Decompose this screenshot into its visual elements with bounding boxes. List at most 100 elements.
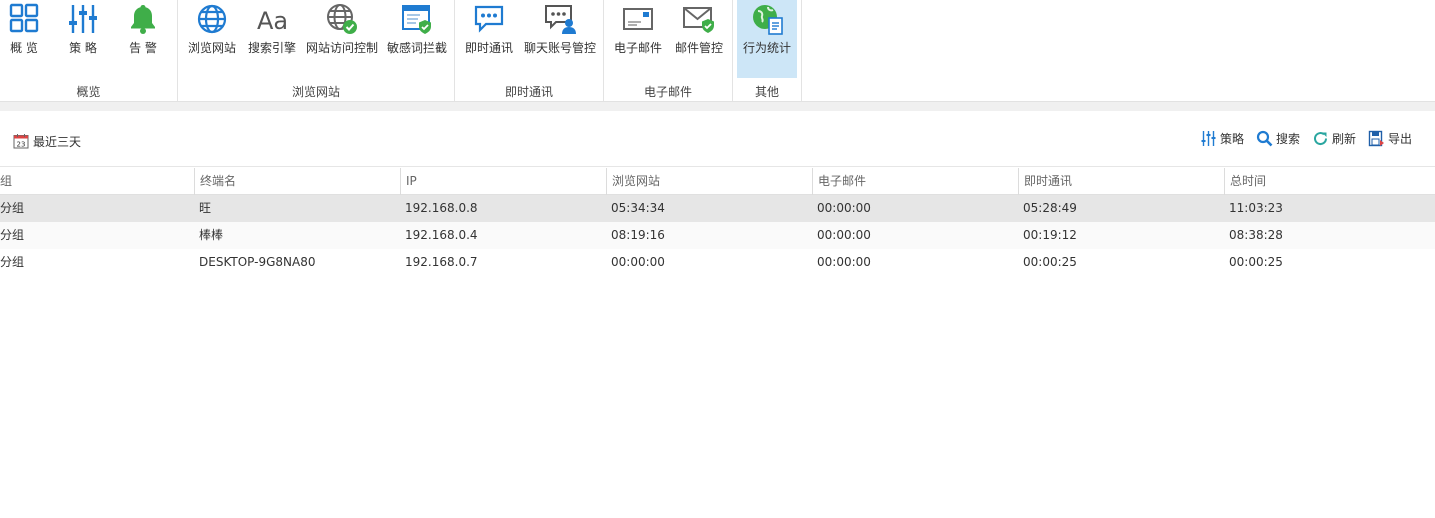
calendar-day: 23 — [17, 141, 26, 149]
policy-sliders-icon — [1200, 130, 1220, 147]
globe-icon — [195, 2, 229, 36]
column-header-group[interactable]: 分组 — [0, 168, 194, 195]
column-header-terminal[interactable]: 终端名 — [194, 168, 400, 195]
export-tool-button[interactable]: 导出 — [1368, 130, 1412, 147]
sensitive-word-block-button-label: 敏感词拦截 — [386, 41, 447, 55]
cell-total: 00:00:25 — [1229, 255, 1283, 269]
table-row[interactable]: 未分组 DESKTOP-9G8NA80 192.168.0.7 00:00:00… — [0, 249, 1435, 276]
column-header-im[interactable]: 即时通讯 — [1018, 168, 1224, 195]
cell-terminal: DESKTOP-9G8NA80 — [199, 255, 316, 269]
toolbar: 23 最近三天 策略 搜索 刷新 导出 — [0, 111, 1435, 167]
sensitive-word-block-button[interactable]: 敏感词拦截 — [384, 0, 450, 78]
cell-im: 00:19:12 — [1023, 228, 1077, 242]
cell-total: 08:38:28 — [1229, 228, 1283, 242]
policy-sliders-icon — [66, 2, 100, 36]
globe-check-icon — [325, 2, 359, 36]
cell-email: 00:00:00 — [817, 201, 871, 215]
ribbon-divider — [0, 101, 1435, 111]
cell-ip: 192.168.0.4 — [405, 228, 478, 242]
cell-ip: 192.168.0.7 — [405, 255, 478, 269]
stats-table: 分组 终端名 IP 浏览网站 电子邮件 即时通讯 总时间 未分组 旺 192.1… — [0, 168, 1435, 276]
policy-tool-button[interactable]: 策略 — [1200, 130, 1244, 147]
ribbon-group-title: 其他 — [754, 85, 779, 99]
search-tool-button[interactable]: 搜索 — [1256, 130, 1300, 147]
table-row[interactable]: 未分组 旺 192.168.0.8 05:34:34 00:00:00 05:2… — [0, 195, 1435, 222]
cell-terminal: 旺 — [199, 201, 212, 215]
email-button[interactable]: 电子邮件 — [610, 0, 666, 78]
ribbon: 概 览 策 略 告 警 概览 浏览网站 Aa 搜索引擎 网站访问控制 敏感词拦截… — [0, 0, 1435, 101]
overview-button-label: 概 览 — [10, 41, 38, 55]
browse-web-button[interactable]: 浏览网站 — [184, 0, 240, 78]
ribbon-group-title: 浏览网站 — [291, 85, 340, 99]
svg-text:Aa: Aa — [257, 7, 288, 35]
date-range-selector[interactable]: 23 最近三天 — [13, 132, 81, 150]
ribbon-group-im: 即时通讯 聊天账号管控 即时通讯 — [455, 0, 604, 101]
cell-group: 未分组 — [0, 201, 25, 215]
email-control-button-label: 邮件管控 — [674, 41, 723, 55]
column-header-email[interactable]: 电子邮件 — [812, 168, 1018, 195]
table-header: 分组 终端名 IP 浏览网站 电子邮件 即时通讯 总时间 — [0, 168, 1435, 195]
behavior-stats-button-label: 行为统计 — [742, 41, 791, 55]
browse-web-button-label: 浏览网站 — [187, 41, 236, 55]
date-range-label: 最近三天 — [33, 134, 82, 149]
ribbon-group-other: 行为统计 其他 — [733, 0, 802, 101]
ribbon-group-email: 电子邮件 邮件管控 电子邮件 — [604, 0, 733, 101]
overview-button[interactable]: 概 览 — [0, 0, 48, 78]
cell-web: 08:19:16 — [611, 228, 665, 242]
cell-web: 05:34:34 — [611, 201, 665, 215]
im-button[interactable]: 即时通讯 — [461, 0, 517, 78]
email-button-label: 电子邮件 — [613, 41, 662, 55]
search-tool-label: 搜索 — [1275, 132, 1300, 146]
ribbon-group-title: 即时通讯 — [504, 85, 553, 99]
chat-user-icon — [543, 2, 577, 36]
window-shield-icon — [400, 2, 434, 36]
refresh-tool-label: 刷新 — [1331, 132, 1356, 146]
ribbon-group-title: 概览 — [76, 85, 101, 99]
cell-email: 00:00:00 — [817, 228, 871, 242]
refresh-tool-button[interactable]: 刷新 — [1312, 130, 1356, 147]
overview-icon — [7, 2, 41, 36]
ribbon-group-title: 电子邮件 — [643, 85, 692, 99]
policy-tool-label: 策略 — [1219, 132, 1244, 146]
im-button-label: 即时通讯 — [464, 41, 513, 55]
envelope-icon — [621, 2, 655, 36]
policy-button[interactable]: 策 略 — [58, 0, 108, 78]
alarm-button[interactable]: 告 警 — [118, 0, 168, 78]
column-header-web[interactable]: 浏览网站 — [606, 168, 812, 195]
chat-account-control-button[interactable]: 聊天账号管控 — [521, 0, 599, 78]
cell-email: 00:00:00 — [817, 255, 871, 269]
cell-ip: 192.168.0.8 — [405, 201, 478, 215]
cell-web: 00:00:00 — [611, 255, 665, 269]
search-icon — [1256, 130, 1276, 147]
column-header-total[interactable]: 总时间 — [1224, 168, 1435, 195]
policy-button-label: 策 略 — [69, 41, 97, 55]
export-tool-label: 导出 — [1387, 132, 1412, 146]
ribbon-group-overview: 概 览 策 略 告 警 概览 — [0, 0, 178, 101]
site-access-control-button[interactable]: 网站访问控制 — [304, 0, 380, 78]
email-control-button[interactable]: 邮件管控 — [670, 0, 728, 78]
toolbar-actions: 策略 搜索 刷新 导出 — [1188, 130, 1412, 147]
cell-group: 未分组 — [0, 255, 25, 269]
export-icon — [1368, 130, 1388, 147]
ribbon-group-browse: 浏览网站 Aa 搜索引擎 网站访问控制 敏感词拦截 浏览网站 — [178, 0, 455, 101]
behavior-stats-button[interactable]: 行为统计 — [737, 0, 797, 78]
search-engine-button[interactable]: Aa 搜索引擎 — [244, 0, 300, 78]
cell-im: 05:28:49 — [1023, 201, 1077, 215]
font-aa-icon: Aa — [255, 2, 289, 36]
envelope-shield-icon — [682, 2, 716, 36]
table-row[interactable]: 未分组 棒棒 192.168.0.4 08:19:16 00:00:00 00:… — [0, 222, 1435, 249]
behavior-stats-icon — [750, 2, 784, 36]
calendar-icon: 23 — [13, 133, 33, 149]
alarm-bell-icon — [126, 2, 160, 36]
site-access-control-button-label: 网站访问控制 — [305, 41, 378, 55]
cell-group: 未分组 — [0, 228, 25, 242]
alarm-button-label: 告 警 — [129, 41, 157, 55]
search-engine-button-label: 搜索引擎 — [247, 41, 296, 55]
cell-im: 00:00:25 — [1023, 255, 1077, 269]
refresh-icon — [1312, 130, 1332, 147]
column-header-ip[interactable]: IP — [400, 168, 606, 195]
chat-bubble-icon — [472, 2, 506, 36]
chat-account-control-button-label: 聊天账号管控 — [523, 41, 596, 55]
cell-total: 11:03:23 — [1229, 201, 1283, 215]
cell-terminal: 棒棒 — [199, 228, 224, 242]
